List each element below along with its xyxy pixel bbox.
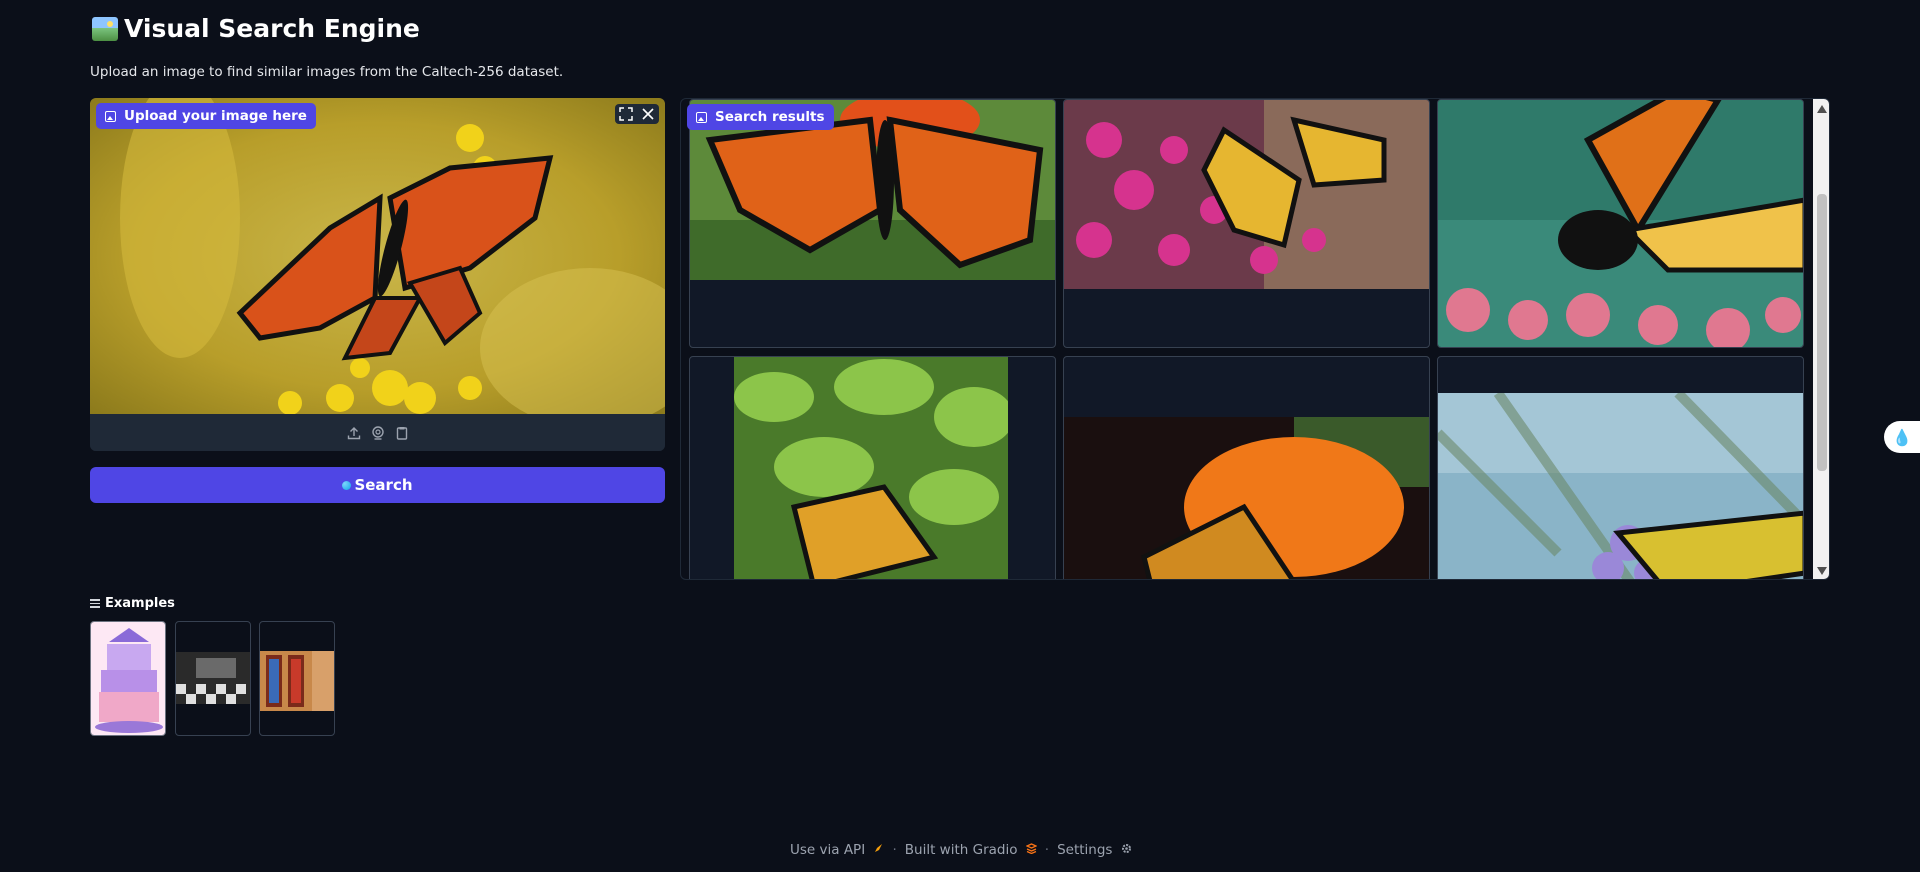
gradio-logo-icon [1025, 843, 1037, 854]
fullscreen-icon[interactable] [619, 107, 633, 121]
source-selector [90, 414, 665, 451]
upload-label: Upload your image here [96, 103, 316, 129]
result-item[interactable] [1063, 356, 1430, 579]
result-item[interactable] [1437, 99, 1804, 348]
result-image [1438, 100, 1803, 347]
search-button-label: Search [354, 476, 413, 494]
list-icon [90, 599, 100, 608]
api-link-text: Use via API [790, 842, 866, 858]
clipboard-icon[interactable] [395, 426, 409, 440]
upload-icon[interactable] [347, 426, 361, 440]
examples-label: Examples [105, 596, 175, 611]
scroll-thumb[interactable] [1817, 194, 1827, 471]
droplet-sparkle-icon: 💧 [1892, 427, 1912, 447]
framed-picture-icon [92, 16, 118, 41]
search-button-icon [342, 480, 352, 490]
result-image [1064, 417, 1429, 579]
gear-icon [1121, 844, 1131, 853]
result-image [1064, 100, 1429, 289]
example-image [91, 622, 165, 735]
scroll-up-arrow-icon[interactable] [1817, 105, 1827, 113]
result-item[interactable] [1437, 356, 1804, 579]
result-image [1438, 393, 1803, 579]
page-title: Visual Search Engine [92, 14, 420, 43]
examples-heading: Examples [90, 596, 175, 611]
page-title-text: Visual Search Engine [124, 14, 420, 43]
image-icon [105, 110, 116, 122]
uploaded-image [90, 98, 665, 414]
search-results-gallery: Search results [680, 98, 1830, 580]
results-label-text: Search results [715, 109, 825, 125]
image-controls [615, 104, 659, 124]
page-subtitle: Upload an image to find similar images f… [90, 64, 564, 80]
close-icon[interactable] [641, 107, 655, 121]
result-item[interactable] [689, 356, 1056, 579]
footer-separator: · [892, 842, 897, 858]
example-item[interactable] [175, 621, 251, 736]
example-item[interactable] [259, 621, 335, 736]
webcam-icon[interactable] [371, 425, 385, 440]
upload-label-text: Upload your image here [124, 108, 307, 124]
result-image [734, 357, 1008, 579]
image-upload-panel[interactable]: Upload your image here [90, 98, 665, 451]
example-item[interactable] [90, 621, 166, 736]
settings-link-text: Settings [1057, 842, 1113, 858]
example-image [260, 651, 334, 711]
gallery-scrollbar[interactable] [1813, 99, 1829, 579]
use-via-api-link[interactable]: Use via API [790, 842, 884, 858]
result-item[interactable] [689, 99, 1056, 348]
scroll-down-arrow-icon[interactable] [1817, 567, 1827, 575]
image-icon [696, 111, 707, 123]
result-item[interactable] [1063, 99, 1430, 348]
built-with-gradio-link[interactable]: Built with Gradio [905, 842, 1037, 858]
search-button[interactable]: Search [90, 467, 665, 503]
rocket-icon [875, 844, 883, 852]
settings-link[interactable]: Settings [1057, 842, 1132, 858]
example-image [176, 652, 250, 704]
footer-separator: · [1044, 842, 1050, 858]
results-label: Search results [687, 104, 834, 130]
floating-assistant-button[interactable]: 💧 [1884, 421, 1920, 453]
built-link-text: Built with Gradio [904, 842, 1018, 858]
